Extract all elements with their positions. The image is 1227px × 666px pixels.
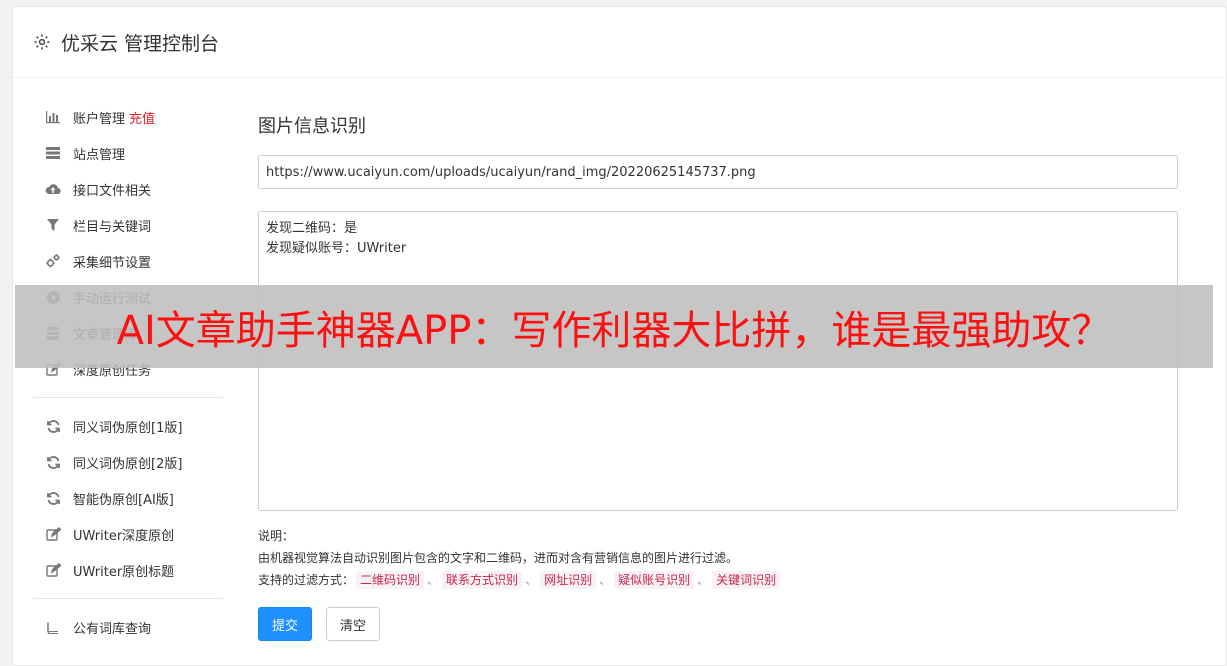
sidebar-item-label: 栏目与关键词 — [73, 219, 152, 235]
sidebar-item[interactable]: UWriter原创标题 — [33, 552, 223, 588]
sidebar-divider — [33, 598, 223, 599]
sidebar-item[interactable]: 公有词库查询 — [33, 609, 223, 645]
image-url-input[interactable] — [258, 155, 1178, 189]
sidebar-item-label: 接口文件相关 — [73, 183, 152, 199]
cogs-icon — [45, 253, 61, 269]
action-buttons: 提交 清空 — [258, 607, 1178, 641]
filter-label: 支持的过滤方式： — [258, 573, 355, 587]
sidebar-item[interactable]: 采集细节设置 — [33, 243, 223, 279]
filter-tag: 关键词识别 — [712, 571, 781, 589]
result-line: 发现疑似账号：UWriter — [266, 241, 407, 256]
notes-desc: 由机器视觉算法自动识别图片包含的文字和二维码，进而对含有营销信息的图片进行过滤。 — [258, 551, 739, 565]
filter-separator: 、 — [599, 573, 612, 587]
filter-tag: 疑似账号识别 — [614, 571, 695, 589]
filter-tag: 二维码识别 — [356, 571, 425, 589]
notes-title: 说明： — [258, 529, 295, 543]
main-panel: 图片信息识别 发现二维码：是 发现疑似账号：UWriter 说明： 由机器视觉算… — [258, 99, 1178, 641]
console-title: 优采云 管理控制台 — [61, 32, 220, 55]
refresh-icon — [45, 490, 61, 506]
filter-separator: 、 — [427, 573, 440, 587]
sidebar-item[interactable]: 同义词伪原创[2版] — [33, 444, 223, 480]
sidebar-item-label: 站点管理 — [73, 147, 126, 163]
sidebar-item[interactable]: 账户管理 充值 — [33, 99, 223, 135]
filter-separator: 、 — [697, 573, 710, 587]
filter-icon — [45, 217, 61, 233]
sidebar-item-label: 智能伪原创[AI版] — [73, 492, 174, 508]
sidebar-item[interactable]: 栏目与关键词 — [33, 207, 223, 243]
title-overlay-banner: AI文章助手神器APP：写作利器大比拼，谁是最强助攻？ — [15, 285, 1213, 368]
edit-icon — [45, 526, 61, 542]
cloud-upload-icon — [45, 181, 61, 197]
sidebar-item[interactable]: UWriter深度原创 — [33, 516, 223, 552]
filter-tag: 联系方式识别 — [442, 571, 523, 589]
edit-icon — [45, 562, 61, 578]
overlay-title: AI文章助手神器APP：写作利器大比拼，谁是最强助攻？ — [116, 307, 1112, 354]
filter-separator: 、 — [525, 573, 538, 587]
book-icon — [45, 619, 61, 635]
refresh-icon — [45, 454, 61, 470]
sidebar-item-label: 公有词库查询 — [73, 621, 152, 637]
sidebar-item-label: 采集细节设置 — [73, 255, 152, 271]
sidebar-item[interactable]: 智能伪原创[AI版] — [33, 480, 223, 516]
recharge-link[interactable]: 充值 — [129, 108, 155, 127]
clear-button[interactable]: 清空 — [326, 607, 380, 641]
filter-list: 支持的过滤方式： 二维码识别、联系方式识别、网址识别、疑似账号识别、关键词识别 — [258, 569, 1178, 591]
notes: 说明： 由机器视觉算法自动识别图片包含的文字和二维码，进而对含有营销信息的图片进… — [258, 525, 1178, 591]
bar-chart-icon — [45, 109, 61, 125]
server-icon — [45, 145, 61, 161]
sidebar-item-label: UWriter深度原创 — [73, 528, 175, 544]
sidebar: 账户管理充值站点管理接口文件相关栏目与关键词采集细节设置手动运行测试文章管理库深… — [33, 99, 223, 645]
sidebar-item[interactable]: 站点管理 — [33, 135, 223, 171]
sidebar-item-label: 同义词伪原创[2版] — [73, 456, 183, 472]
refresh-icon — [45, 418, 61, 434]
sidebar-item[interactable]: 同义词伪原创[1版] — [33, 408, 223, 444]
sidebar-item-label: UWriter原创标题 — [73, 564, 175, 580]
filter-tag: 网址识别 — [540, 571, 597, 589]
page-title: 图片信息识别 — [258, 116, 366, 137]
sidebar-item[interactable]: 接口文件相关 — [33, 171, 223, 207]
result-line: 发现二维码：是 — [266, 221, 358, 236]
sidebar-item-label: 同义词伪原创[1版] — [73, 420, 183, 436]
console-header: 优采云 管理控制台 — [13, 7, 1226, 78]
submit-button[interactable]: 提交 — [258, 607, 312, 641]
sidebar-item-label: 账户管理 — [73, 111, 126, 127]
gear-icon — [33, 33, 51, 51]
sidebar-divider — [33, 397, 223, 398]
